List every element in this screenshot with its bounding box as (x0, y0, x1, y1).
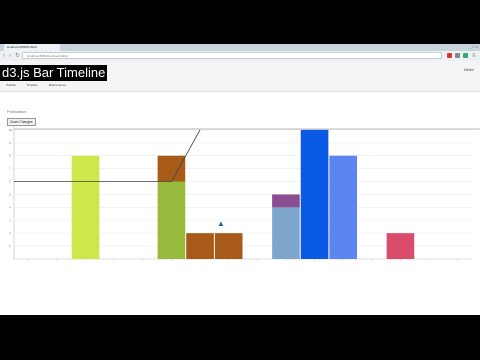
bar-segment (300, 129, 329, 259)
browser-tab[interactable]: localhost:8080/Publish (4, 44, 60, 51)
y-tick-label: 4 (9, 205, 11, 209)
y-tick-label: 10 (9, 128, 13, 132)
mouse-cursor-icon: ▲ (217, 219, 225, 228)
back-icon[interactable]: ‹ (3, 52, 5, 60)
browser-window: localhost:8080/Publish _ □ × ‹ › ↻ local… (0, 44, 480, 315)
bar-segment (272, 194, 300, 208)
y-tick-label: 7 (9, 167, 11, 171)
bar-timeline-chart: 1 2 3 4 5 6 7 8 9 10 (9, 126, 480, 261)
section-label: Publication (7, 109, 27, 114)
bar-segment (386, 233, 415, 259)
bar-segment (71, 155, 100, 259)
extension-icon[interactable] (463, 53, 468, 58)
y-tick-label: 3 (9, 218, 11, 222)
app-header: d3.js Bar Timeline Hello! Publish Timeli… (0, 61, 480, 92)
reload-icon[interactable]: ↻ (15, 52, 20, 60)
nav-item-maintenance[interactable]: Maintenance (49, 83, 66, 87)
bar-segment (329, 155, 357, 259)
y-tick-label: 8 (9, 154, 11, 158)
user-greeting[interactable]: Hello! (464, 67, 474, 72)
y-tick-label: 6 (9, 180, 11, 184)
forward-icon[interactable]: › (9, 52, 11, 60)
main-nav: Publish Timeline Maintenance (6, 83, 76, 87)
y-tick-label: 9 (9, 141, 11, 145)
bar-segment (272, 207, 300, 259)
bar-segment (157, 181, 186, 259)
app-title[interactable]: d3.js Bar Timeline (0, 65, 108, 81)
extension-icon[interactable] (455, 53, 460, 58)
address-bar[interactable]: localhost:8080/timeline/publish (22, 52, 442, 59)
bar-segment (157, 155, 186, 182)
y-tick-label: 2 (9, 231, 11, 235)
nav-item-publish[interactable]: Publish (6, 83, 16, 87)
window-controls[interactable]: _ □ × (469, 44, 478, 50)
y-tick-label: 5 (9, 192, 11, 196)
extension-icon[interactable] (447, 53, 452, 58)
y-tick-label: 1 (9, 244, 11, 248)
bar-segment (214, 233, 243, 259)
tab-bar: localhost:8080/Publish _ □ × (0, 44, 480, 51)
nav-item-timeline[interactable]: Timeline (27, 83, 38, 87)
menu-icon[interactable]: ≡ (472, 52, 476, 60)
bar-segment (186, 233, 214, 259)
